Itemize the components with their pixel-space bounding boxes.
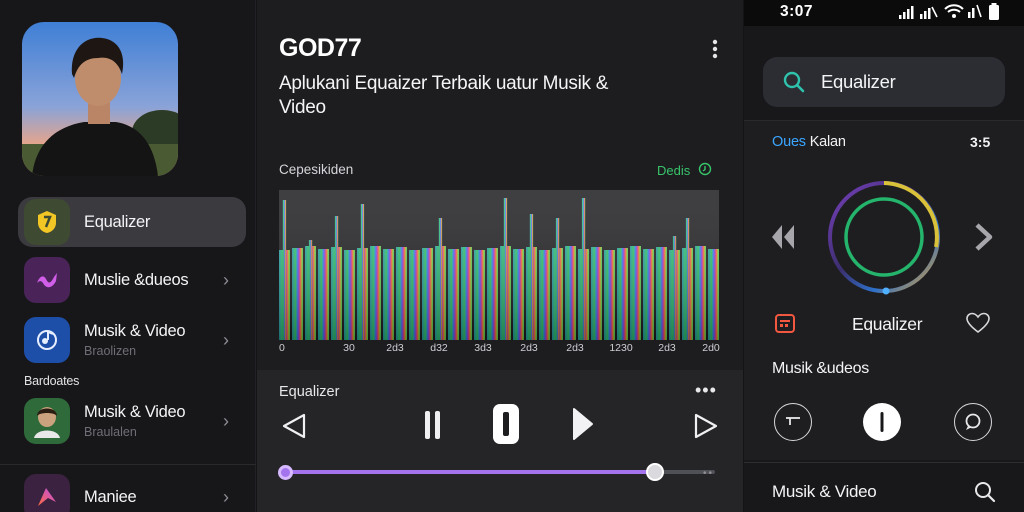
battery-icon	[988, 3, 1000, 26]
sidebar-item-sublabel: Braulalen	[84, 425, 137, 439]
equalizer-badge-icon	[24, 199, 70, 245]
search-input[interactable]: Equalizer	[821, 71, 896, 93]
card-duration: 3:5	[970, 134, 991, 150]
phone-panel: 3:07 Equalizer Oues Kalan 3:5 Equalizer …	[744, 0, 1024, 512]
search-icon	[783, 71, 805, 93]
search-icon[interactable]	[974, 481, 996, 508]
app-subtitle: Aplukani Equaizer Terbaik uatur Musik & …	[279, 73, 609, 118]
app-logo-icon	[24, 474, 70, 512]
axis-tick-label: 2d0	[702, 342, 720, 354]
axis-tick-label: 1230	[609, 342, 633, 354]
axis-tick-label: 2d3	[386, 342, 404, 354]
axis-tick-label: 3d3	[474, 342, 492, 354]
sidebar-section-label: Bardoates	[24, 374, 80, 388]
music-wave-icon	[24, 257, 70, 303]
spectrum-axis-labels: 0 30 2d3 d32 3d3 2d3 2d3 1230 2d3 2d0	[279, 342, 720, 356]
card-heading-highlight: Oues	[772, 134, 806, 150]
divider	[744, 462, 1024, 463]
calendar-icon[interactable]	[774, 312, 796, 339]
sidebar-item-label: Maniee	[84, 487, 137, 506]
progress-handle[interactable]	[645, 463, 664, 481]
chevron-right-icon: ›	[223, 486, 229, 507]
axis-tick-label: 2d3	[566, 342, 584, 354]
progress-start-knob[interactable]	[278, 465, 293, 480]
equalizer-dial[interactable]	[824, 177, 944, 302]
progress-fill	[285, 470, 655, 474]
more-horizontal-icon[interactable]: •••	[695, 380, 717, 401]
previous-icon[interactable]	[279, 410, 309, 442]
search-bar[interactable]: Equalizer	[763, 57, 1005, 107]
spectrum-visualizer	[279, 190, 719, 340]
signal-tertiary-icon	[968, 4, 982, 23]
globe-music-icon	[24, 317, 70, 363]
more-vertical-icon[interactable]	[705, 38, 725, 60]
power-button[interactable]	[863, 403, 901, 441]
sidebar-item-musik-video-2[interactable]: Musik & Video Braulalen ›	[18, 396, 246, 446]
app-title: GOD77	[279, 34, 362, 62]
player-bar: Equalizer ••• ••	[257, 370, 743, 512]
pause-icon[interactable]	[421, 408, 445, 442]
stop-icon[interactable]	[491, 402, 521, 446]
sidebar-item-musik-video[interactable]: Musik & Video Braolizen ›	[18, 315, 246, 365]
axis-tick-label: 30	[343, 342, 355, 354]
back-icon[interactable]	[774, 403, 812, 441]
progress-dots: ••	[703, 468, 715, 479]
sidebar-item-music-videos[interactable]: Muslie &dueos ›	[18, 255, 246, 305]
power-icon	[698, 162, 712, 179]
sidebar-item-maniee[interactable]: Maniee ›	[18, 472, 246, 512]
spectrum-shading	[279, 190, 719, 340]
next-icon[interactable]	[691, 410, 721, 442]
spectrum-label: Cepesikiden	[279, 162, 354, 177]
status-time: 3:07	[780, 3, 814, 20]
sidebar-item-label: Musik & Video	[84, 403, 186, 421]
card-heading: Oues Kalan	[772, 134, 846, 150]
wifi-icon	[944, 3, 964, 24]
sidebar-item-label: Muslie &dueos	[84, 270, 189, 289]
sidebar-item-label: Equalizer	[84, 212, 151, 231]
card-heading-text: Kalan	[805, 134, 846, 150]
list-item-title: Musik & Video	[772, 482, 877, 501]
heart-icon[interactable]	[966, 312, 990, 339]
chat-icon[interactable]	[954, 403, 992, 441]
axis-tick-label: 2d3	[520, 342, 538, 354]
section-label: Musik &udeos	[772, 360, 869, 377]
artist-thumbnail	[24, 398, 70, 444]
divider	[0, 464, 256, 465]
double-chevron-left-icon[interactable]	[770, 222, 796, 257]
sidebar: Equalizer Muslie &dueos › Musik & Video …	[0, 0, 256, 512]
sidebar-item-sublabel: Braolizen	[84, 344, 137, 358]
spectrum-toggle[interactable]: Dedis	[657, 162, 712, 179]
axis-tick-label: d32	[430, 342, 448, 354]
chevron-right-icon: ›	[223, 410, 229, 431]
sidebar-item-label: Musik & Video	[84, 322, 186, 340]
equalizer-label: Equalizer	[852, 314, 923, 334]
chevron-right-icon: ›	[223, 269, 229, 290]
profile-avatar[interactable]	[22, 22, 178, 176]
play-icon[interactable]	[571, 406, 595, 442]
status-bar: 3:07	[744, 0, 1024, 26]
spectrum-toggle-label: Dedis	[657, 163, 691, 178]
main-panel: GOD77 Aplukani Equaizer Terbaik uatur Mu…	[257, 0, 743, 512]
sidebar-item-equalizer[interactable]: Equalizer	[18, 197, 246, 247]
signal-icon	[899, 5, 915, 24]
chevron-right-icon: ›	[223, 329, 229, 350]
signal-secondary-icon	[920, 5, 938, 24]
chevron-right-icon[interactable]	[972, 222, 994, 257]
axis-tick-label: 0	[279, 342, 285, 354]
player-title: Equalizer	[279, 384, 340, 400]
axis-tick-label: 2d3	[658, 342, 676, 354]
